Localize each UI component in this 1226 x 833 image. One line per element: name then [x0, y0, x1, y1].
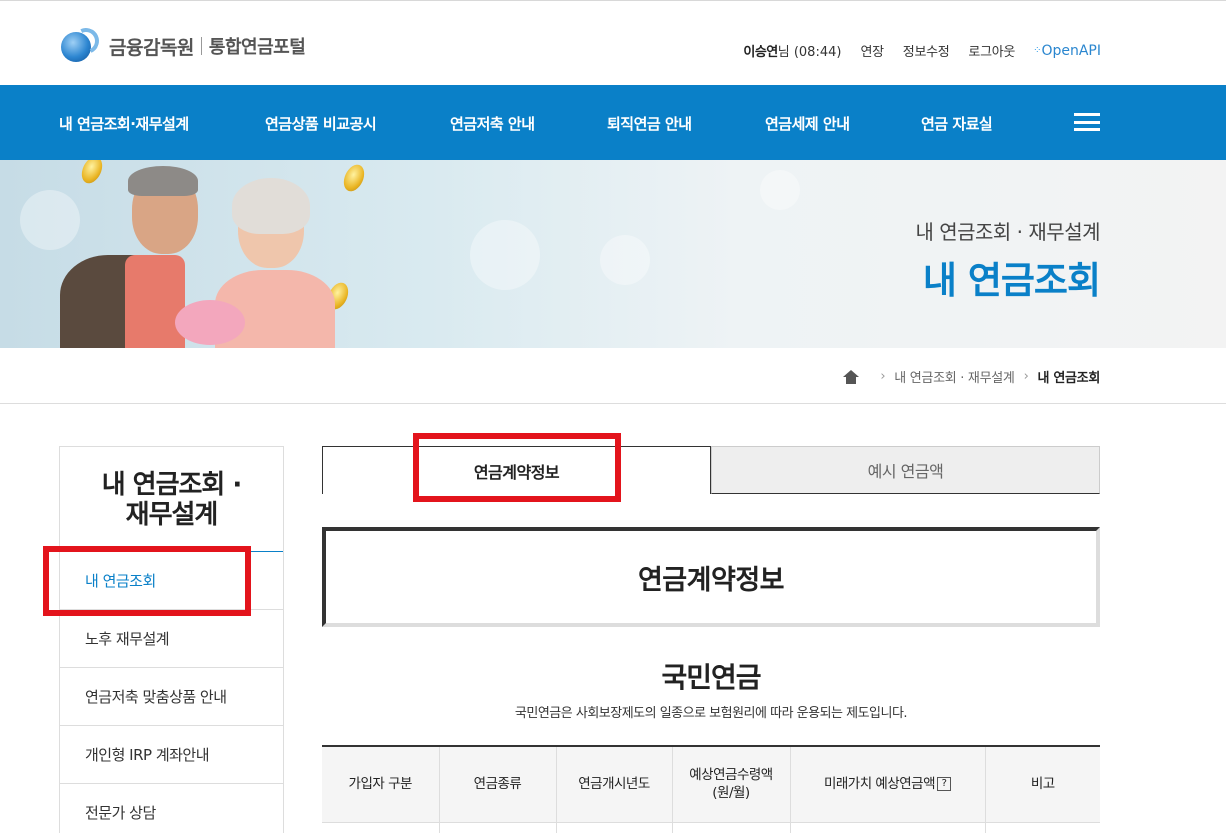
chevron-right-icon: › — [880, 369, 886, 384]
banner-subtitle: 내 연금조회 · 재무설계 — [915, 220, 1100, 244]
table-cell — [985, 822, 1100, 833]
logo-name: 금융감독원 — [109, 36, 194, 59]
openapi-label: OpenAPI — [1041, 42, 1101, 59]
table-cell — [556, 822, 673, 833]
page-banner: 내 연금조회 · 재무설계 내 연금조회 — [0, 160, 1226, 348]
table-cell — [790, 822, 986, 833]
nav-retirement-pension[interactable]: 퇴직연금 안내 — [607, 113, 692, 134]
nav-pension-library[interactable]: 연금 자료실 — [921, 113, 993, 134]
openapi-link[interactable]: ⁘ OpenAPI — [1033, 43, 1101, 59]
home-icon[interactable] — [843, 369, 860, 384]
man-shirt-shape — [125, 255, 185, 348]
banner-title: 내 연금조회 — [922, 259, 1101, 302]
globe-logo-icon — [59, 24, 103, 64]
pension-table: 가입자 구분 연금종류 연금개시년도 예상연금수령액 (원/월) 미래가치 예상… — [322, 745, 1100, 833]
logo-subtitle: 통합연금포털 — [208, 37, 306, 58]
bokeh-decoration — [600, 235, 650, 285]
piggy-bank-icon — [175, 300, 245, 345]
openapi-icon: ⁘ — [1033, 45, 1042, 56]
col-header-pension-type: 연금종류 — [439, 746, 557, 823]
col-header-future-value: 미래가치 예상연금액? — [790, 746, 986, 823]
gold-coin-illustration — [339, 161, 369, 195]
side-nav-item-irp-account[interactable]: 개인형 IRP 계좌안내 — [60, 726, 283, 784]
bokeh-decoration — [20, 190, 80, 250]
bokeh-decoration — [760, 170, 800, 210]
table-cell — [322, 822, 440, 833]
side-nav-item-expert-consult[interactable]: 전문가 상담 — [60, 784, 283, 833]
side-navigation: 내 연금조회 · 재무설계 내 연금조회 노후 재무설계 연금저축 맞춤상품 안… — [59, 446, 284, 833]
breadcrumb-level1[interactable]: 내 연금조회 · 재무설계 — [894, 367, 1015, 386]
col-header-start-year: 연금개시년도 — [556, 746, 673, 823]
nav-my-pension[interactable]: 내 연금조회·재무설계 — [59, 113, 189, 134]
future-value-label: 미래가치 예상연금액 — [823, 776, 936, 793]
tab-example-amount[interactable]: 예시 연금액 — [711, 446, 1100, 494]
logo-divider — [200, 37, 202, 55]
expected-amount-unit: (원/월) — [712, 785, 750, 802]
table-cell — [439, 822, 557, 833]
side-nav-item-retirement-planning[interactable]: 노후 재무설계 — [60, 610, 283, 668]
main-navigation: 내 연금조회·재무설계 연금상품 비교공시 연금저축 안내 퇴직연금 안내 연금… — [0, 85, 1226, 160]
highlight-box-tab — [413, 433, 621, 502]
utility-menu: 이승연 님 (08:44) 연장 정보수정 로그아웃 ⁘ OpenAPI — [743, 41, 1101, 61]
side-nav-title-line1: 내 연금조회 · — [101, 470, 243, 500]
nav-pension-savings[interactable]: 연금저축 안내 — [450, 113, 535, 134]
menu-hamburger-icon[interactable] — [1074, 113, 1100, 131]
side-nav-title-line2: 재무설계 — [125, 500, 219, 530]
side-nav-title: 내 연금조회 · 재무설계 — [60, 447, 283, 552]
top-header: 금융감독원 통합연금포털 이승연 님 (08:44) 연장 정보수정 로그아웃 ⁘… — [0, 0, 1226, 85]
col-header-note: 비고 — [985, 746, 1100, 823]
highlight-box-side-nav — [43, 546, 251, 616]
col-header-member-type: 가입자 구분 — [322, 746, 440, 823]
breadcrumb-current: 내 연금조회 — [1037, 371, 1100, 386]
nav-product-compare[interactable]: 연금상품 비교공시 — [265, 113, 377, 134]
breadcrumb: › 내 연금조회 · 재무설계 › 내 연금조회 — [843, 367, 1100, 386]
section-heading: 국민연금 — [661, 661, 761, 694]
user-name: 이승연 — [743, 45, 778, 60]
expected-amount-label: 예상연금수령액 — [689, 767, 773, 784]
gold-coin-illustration — [77, 160, 107, 187]
chevron-right-icon: › — [1023, 369, 1029, 384]
section-title-box: 연금계약정보 — [322, 527, 1100, 627]
man-hair-shape — [128, 166, 198, 196]
col-header-expected-amount: 예상연금수령액 (원/월) — [672, 746, 791, 823]
edit-profile-link[interactable]: 정보수정 — [903, 41, 950, 60]
help-question-icon[interactable]: ? — [937, 777, 952, 792]
section-description: 국민연금은 사회보장제도의 일종으로 보험원리에 따라 운용되는 제도입니다. — [514, 706, 908, 721]
table-row — [322, 822, 1100, 833]
table-cell — [672, 822, 791, 833]
site-logo[interactable]: 금융감독원 통합연금포털 — [59, 24, 306, 64]
user-session-time: 님 (08:44) — [777, 45, 842, 60]
extend-session-link[interactable]: 연장 — [860, 41, 884, 60]
woman-hair-shape — [232, 178, 310, 234]
bokeh-decoration — [470, 220, 540, 290]
logout-link[interactable]: 로그아웃 — [968, 41, 1015, 60]
breadcrumb-bar: › 내 연금조회 · 재무설계 › 내 연금조회 — [0, 348, 1226, 404]
nav-pension-tax[interactable]: 연금세제 안내 — [765, 113, 850, 134]
side-nav-item-savings-products[interactable]: 연금저축 맞춤상품 안내 — [60, 668, 283, 726]
